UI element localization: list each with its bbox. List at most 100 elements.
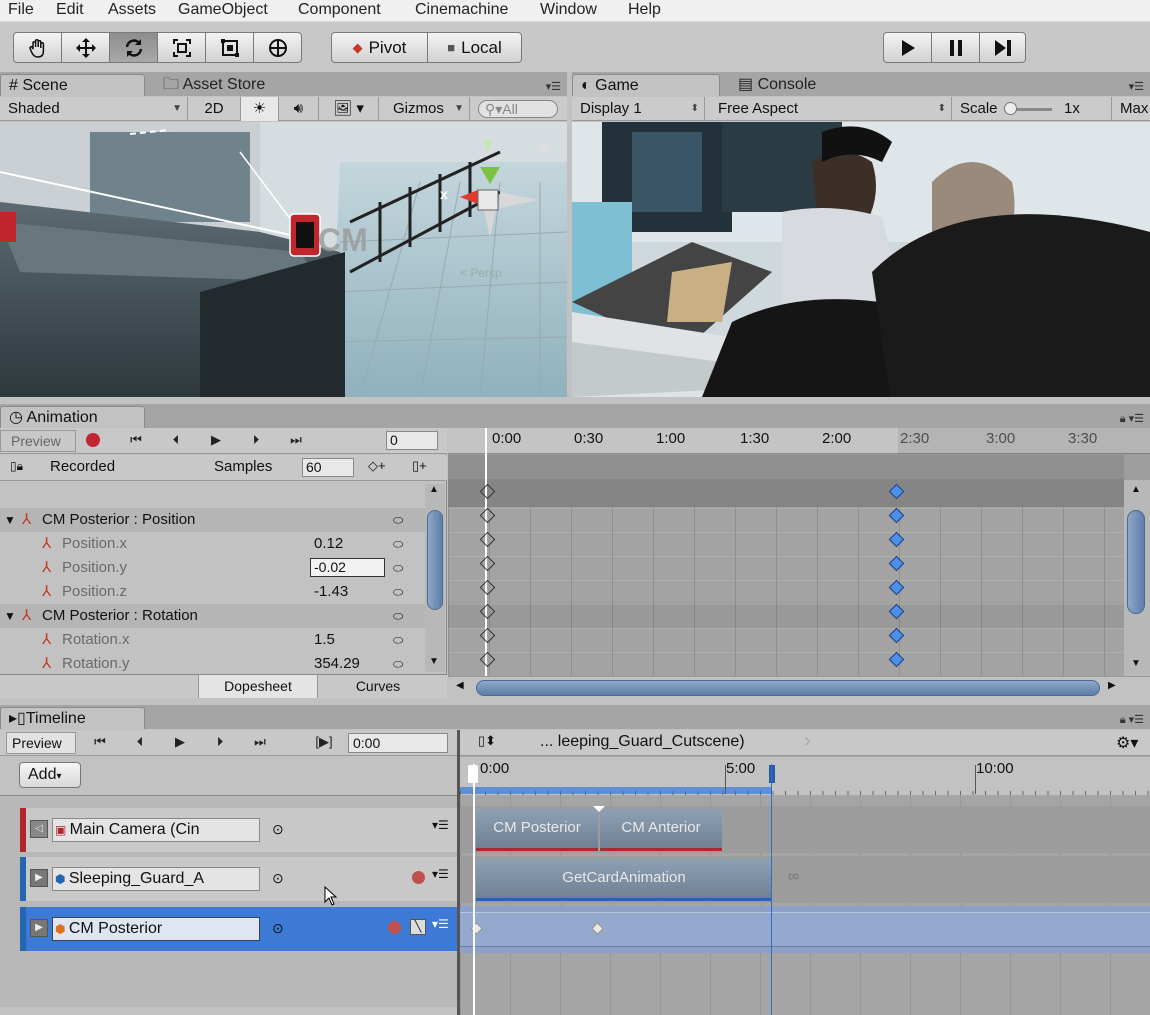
menu-file[interactable]: File (8, 0, 34, 20)
first-key-button[interactable]: ⏮ (118, 432, 154, 448)
scroll-thumb[interactable] (427, 510, 443, 610)
scroll-right-icon[interactable]: ▶ (1108, 680, 1116, 691)
play-anim-button[interactable]: ▶ (198, 432, 234, 448)
lock-icon[interactable]: 🔒︎ ▾☰ (1120, 412, 1144, 426)
expand-track-icon[interactable]: ▶ (30, 869, 48, 887)
local-button[interactable]: ■ Local (427, 32, 522, 63)
dopesheet-tab[interactable]: Dopesheet (198, 675, 318, 698)
next-key-button[interactable]: ⏵ (238, 432, 274, 448)
frame-input[interactable]: 0 (386, 431, 438, 450)
tl-play-button[interactable]: ▶ (162, 734, 198, 750)
property-row[interactable]: ⅄ Rotation.x 1.5 ⬭ (0, 628, 425, 652)
track-lane-cm-posterior[interactable] (460, 906, 1150, 953)
track-header-cm-posterior[interactable]: ▶ ⬢ CM Posterior ⊙ ╲ ▾☰ (20, 907, 457, 951)
keyframe-toggle-icon[interactable]: ⬭ (393, 580, 403, 604)
tab-scene[interactable]: # Scene (0, 74, 145, 96)
panel-menu-icon[interactable]: ▾☰ (1129, 80, 1144, 93)
lighting-toggle[interactable]: ☀ (241, 97, 279, 121)
track-header-animation[interactable]: ▶ ⬢ Sleeping_Guard_A ⊙ ▾☰ (20, 857, 457, 901)
clip-dropdown[interactable]: Recorded (50, 458, 115, 475)
keyframe-toggle-icon[interactable]: ⬭ (393, 532, 403, 556)
add-keyframe-button[interactable]: ◇+ (368, 458, 386, 474)
move-tool-button[interactable] (61, 32, 110, 63)
last-key-button[interactable]: ⏭ (278, 432, 314, 448)
track-menu-icon[interactable]: ▾☰ (432, 818, 449, 832)
scale-slider-thumb[interactable] (1004, 102, 1017, 115)
tl-prev-button[interactable]: ⏴ (122, 734, 158, 750)
2d-toggle[interactable]: 2D (188, 97, 241, 121)
record-track-button[interactable] (388, 921, 401, 934)
timeline-preview-toggle[interactable]: Preview (6, 732, 76, 754)
track-lane-animation[interactable]: GetCardAnimation ∞ (460, 856, 1150, 903)
asset-selector-icon[interactable]: ▯⬍ (478, 733, 496, 749)
tab-asset-store[interactable]: 🗀 Asset Store (155, 74, 295, 96)
dopesheet-hscrollbar[interactable]: ◀ ▶ (448, 676, 1150, 698)
step-button[interactable] (979, 32, 1026, 63)
tl-first-button[interactable]: ⏮ (82, 734, 118, 750)
property-row[interactable]: ▼ ⅄ CM Posterior : Rotation ⬭ (0, 604, 425, 628)
scroll-up-icon[interactable]: ▲ (429, 484, 439, 495)
keyframe-toggle-icon[interactable]: ⬭ (393, 652, 403, 672)
preview-toggle[interactable]: Preview (0, 430, 76, 452)
tab-animation[interactable]: ◷ Animation (0, 406, 145, 428)
scroll-thumb[interactable] (476, 680, 1100, 696)
track-binding-field[interactable]: ▣ Main Camera (Cin (52, 818, 260, 842)
curves-tab[interactable]: Curves (318, 675, 438, 698)
property-value[interactable]: 1.5 (314, 628, 335, 652)
tab-timeline[interactable]: ▸▯Timeline (0, 707, 145, 729)
dopesheet-vscrollbar[interactable]: ▲ ▼ (1124, 480, 1150, 676)
game-viewport[interactable] (572, 122, 1150, 397)
display-dropdown[interactable]: Display 1 ⬍ (572, 97, 705, 121)
binding-picker-icon[interactable]: ⊙ (272, 870, 284, 887)
timeline-end-marker[interactable] (769, 765, 775, 783)
record-track-button[interactable] (412, 871, 425, 884)
track-header-camera[interactable]: ◁ ▣ Main Camera (Cin ⊙ ▾☰ (20, 808, 457, 852)
add-event-button[interactable]: ▯+ (412, 458, 427, 474)
effects-dropdown[interactable]: 🖼︎ ▾ (319, 97, 379, 121)
tl-playrange-button[interactable]: [▶] (306, 734, 342, 750)
scene-viewport[interactable]: y x < Persp CM (0, 122, 567, 397)
keyframe-toggle-icon[interactable]: ⬭ (393, 604, 403, 628)
timeline-playhead[interactable] (473, 764, 475, 1015)
property-row[interactable]: ⅄ Position.y -0.02 ⬭ (0, 556, 425, 580)
binding-picker-icon[interactable]: ⊙ (272, 821, 284, 838)
menu-cinemachine[interactable]: Cinemachine (415, 0, 508, 20)
property-row[interactable]: ▼ ⅄ CM Posterior : Position ⬭ (0, 508, 425, 532)
track-binding-field[interactable]: ⬢ Sleeping_Guard_A (52, 867, 260, 891)
play-button[interactable] (883, 32, 932, 63)
property-row[interactable]: ⅄ Rotation.y 354.29 ⬭ (0, 652, 425, 672)
prev-key-button[interactable]: ⏴ (158, 432, 194, 448)
maximize-toggle[interactable]: Max (1112, 97, 1150, 121)
timeline-ruler[interactable]: 0:00 5:00 10:00 (460, 757, 1150, 795)
property-value[interactable]: 0.12 (314, 532, 343, 556)
samples-input[interactable]: 60 (302, 458, 354, 477)
scroll-down-icon[interactable]: ▼ (429, 656, 439, 667)
scroll-down-icon[interactable]: ▼ (1131, 658, 1141, 669)
keyframe-toggle-icon[interactable]: ⬭ (393, 556, 403, 580)
clip-cm-posterior[interactable]: CM Posterior (476, 809, 598, 851)
lock-icon[interactable]: 🔒︎ ▾☰ (1120, 713, 1144, 727)
timeline-asset-breadcrumb[interactable]: ... leeping_Guard_Cutscene) (540, 733, 745, 751)
tl-last-button[interactable]: ⏭ (242, 734, 278, 750)
tl-next-button[interactable]: ⏵ (202, 734, 238, 750)
scroll-up-icon[interactable]: ▲ (1131, 484, 1141, 495)
gear-icon[interactable]: ⚙▾ (1116, 733, 1138, 753)
property-row[interactable]: ⅄ Position.x 0.12 ⬭ (0, 532, 425, 556)
menu-assets[interactable]: Assets (108, 0, 156, 20)
audio-toggle[interactable]: 🔊︎ (279, 97, 319, 121)
anim-time-ruler[interactable]: 0:00 0:30 1:00 1:30 2:00 2:30 3:00 3:30 (448, 428, 1150, 454)
infinite-clip[interactable] (460, 912, 1150, 947)
track-menu-icon[interactable]: ▾☰ (432, 867, 449, 881)
scroll-thumb[interactable] (1127, 510, 1145, 614)
panel-menu-icon[interactable]: ▾☰ (546, 80, 561, 93)
menu-component[interactable]: Component (298, 0, 381, 20)
expand-track-icon[interactable]: ▶ (30, 919, 48, 937)
add-button[interactable]: Add▾ (19, 762, 81, 788)
hand-tool-button[interactable] (13, 32, 62, 63)
pivot-button[interactable]: ◆ Pivot (331, 32, 428, 63)
pause-button[interactable] (931, 32, 980, 63)
tab-game[interactable]: ◐ Game (572, 74, 720, 96)
menu-edit[interactable]: Edit (56, 0, 84, 20)
expand-triangle-icon[interactable]: ▼ (4, 604, 16, 628)
rect-tool-button[interactable] (205, 32, 254, 63)
